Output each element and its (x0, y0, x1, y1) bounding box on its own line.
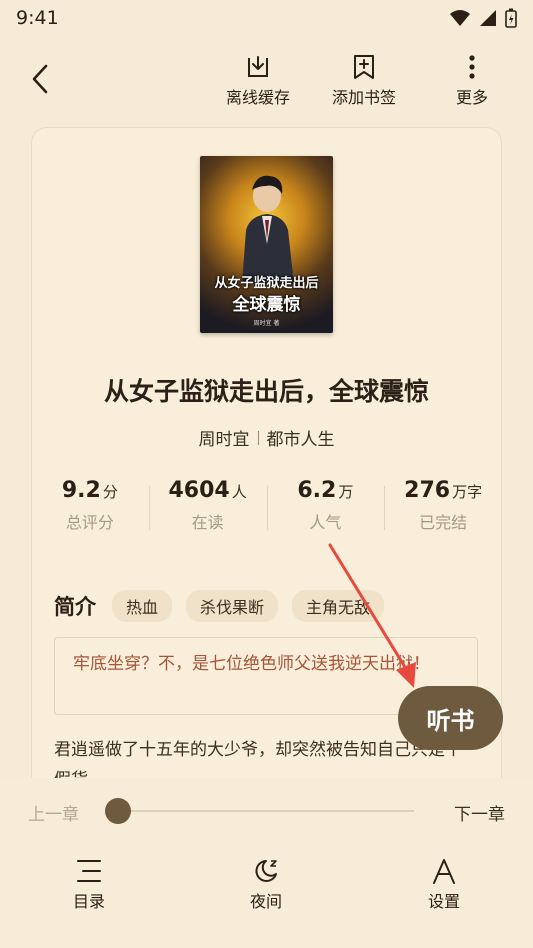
book-meta: 周时宜 都市人生 (0, 425, 533, 450)
next-chapter-button[interactable]: 下一章 (454, 800, 505, 825)
cover-title-line1: 从女子监狱走出后 (214, 276, 319, 291)
chapter-progress-thumb[interactable] (105, 798, 131, 824)
wifi-icon (450, 10, 470, 26)
stat-label: 在读 (191, 513, 224, 532)
top-toolbar: 离线缓存 添加书签 更多 (0, 36, 533, 120)
more-label: 更多 (456, 88, 489, 107)
download-icon (248, 56, 268, 77)
stat-label: 已完结 (419, 513, 468, 532)
stat-readers: 4604 人 在读 (148, 478, 267, 542)
font-settings-icon (433, 859, 455, 884)
tag-chip[interactable]: 主角无敌 (292, 590, 385, 622)
settings-label: 设置 (427, 892, 460, 911)
book-category[interactable]: 都市人生 (267, 425, 335, 450)
settings-button[interactable]: 设置 (404, 858, 484, 912)
status-bar: 9:41 (0, 0, 533, 36)
bottom-navigation: 目录 夜间 设置 (0, 858, 533, 918)
night-mode-button[interactable]: 夜间 (226, 858, 306, 912)
toc-button[interactable]: 目录 (49, 858, 129, 912)
stat-value: 4604 人 (168, 478, 247, 503)
stat-popularity: 6.2 万 人气 (266, 478, 385, 542)
stat-value: 9.2 分 (61, 478, 118, 503)
list-icon (77, 860, 101, 882)
status-icons (449, 8, 517, 28)
meta-divider (257, 430, 259, 445)
book-title: 从女子监狱走出后，全球震惊 (103, 377, 429, 406)
battery-icon (505, 8, 517, 28)
signal-icon (480, 10, 496, 26)
stat-value: 276 万字 (404, 478, 483, 503)
cover-figure-illustration (242, 175, 294, 284)
more-button[interactable]: 更多 (456, 54, 488, 108)
status-time: 9:41 (16, 7, 59, 29)
stat-word-count: 276 万字 已完结 (384, 478, 502, 542)
book-cover[interactable]: 从女子监狱走出后 全球震惊 周时宜 著 (200, 156, 333, 333)
chapter-navigation: 上一章 下一章 (0, 796, 533, 826)
tag-chip[interactable]: 杀伐果断 (186, 590, 279, 622)
tag-chip[interactable]: 热血 (112, 590, 173, 622)
offline-cache-button[interactable]: 离线缓存 (226, 54, 290, 108)
toc-label: 目录 (72, 892, 105, 911)
intro-header: 简介 热血 杀伐果断 主角无敌 (54, 590, 385, 622)
stat-label: 总评分 (65, 513, 114, 532)
stat-label: 人气 (309, 513, 342, 532)
stat-value: 6.2 万 (297, 478, 354, 503)
bookmark-add-icon (354, 55, 374, 79)
offline-cache-label: 离线缓存 (226, 88, 291, 107)
chapter-progress-track[interactable] (118, 810, 414, 812)
listen-button[interactable]: 听书 (398, 686, 503, 750)
stat-rating: 9.2 分 总评分 (31, 478, 149, 542)
moon-icon (255, 860, 277, 882)
cover-author: 周时宜 著 (253, 320, 280, 327)
book-stats: 9.2 分 总评分 4604 人 在读 6.2 万 人气 276 万字 已完结 (31, 478, 502, 542)
add-bookmark-button[interactable]: 添加书签 (332, 54, 396, 108)
back-button[interactable] (26, 62, 56, 96)
intro-title: 简介 (54, 595, 96, 619)
reader-bottom-panel: 上一章 下一章 目录 夜间 设置 (0, 778, 533, 948)
add-bookmark-label: 添加书签 (332, 88, 397, 107)
more-vertical-icon (469, 55, 475, 79)
night-mode-label: 夜间 (249, 892, 282, 911)
prev-chapter-button[interactable]: 上一章 (28, 800, 79, 825)
book-author[interactable]: 周时宜 (199, 425, 250, 450)
cover-title-line2: 全球震惊 (232, 295, 301, 315)
